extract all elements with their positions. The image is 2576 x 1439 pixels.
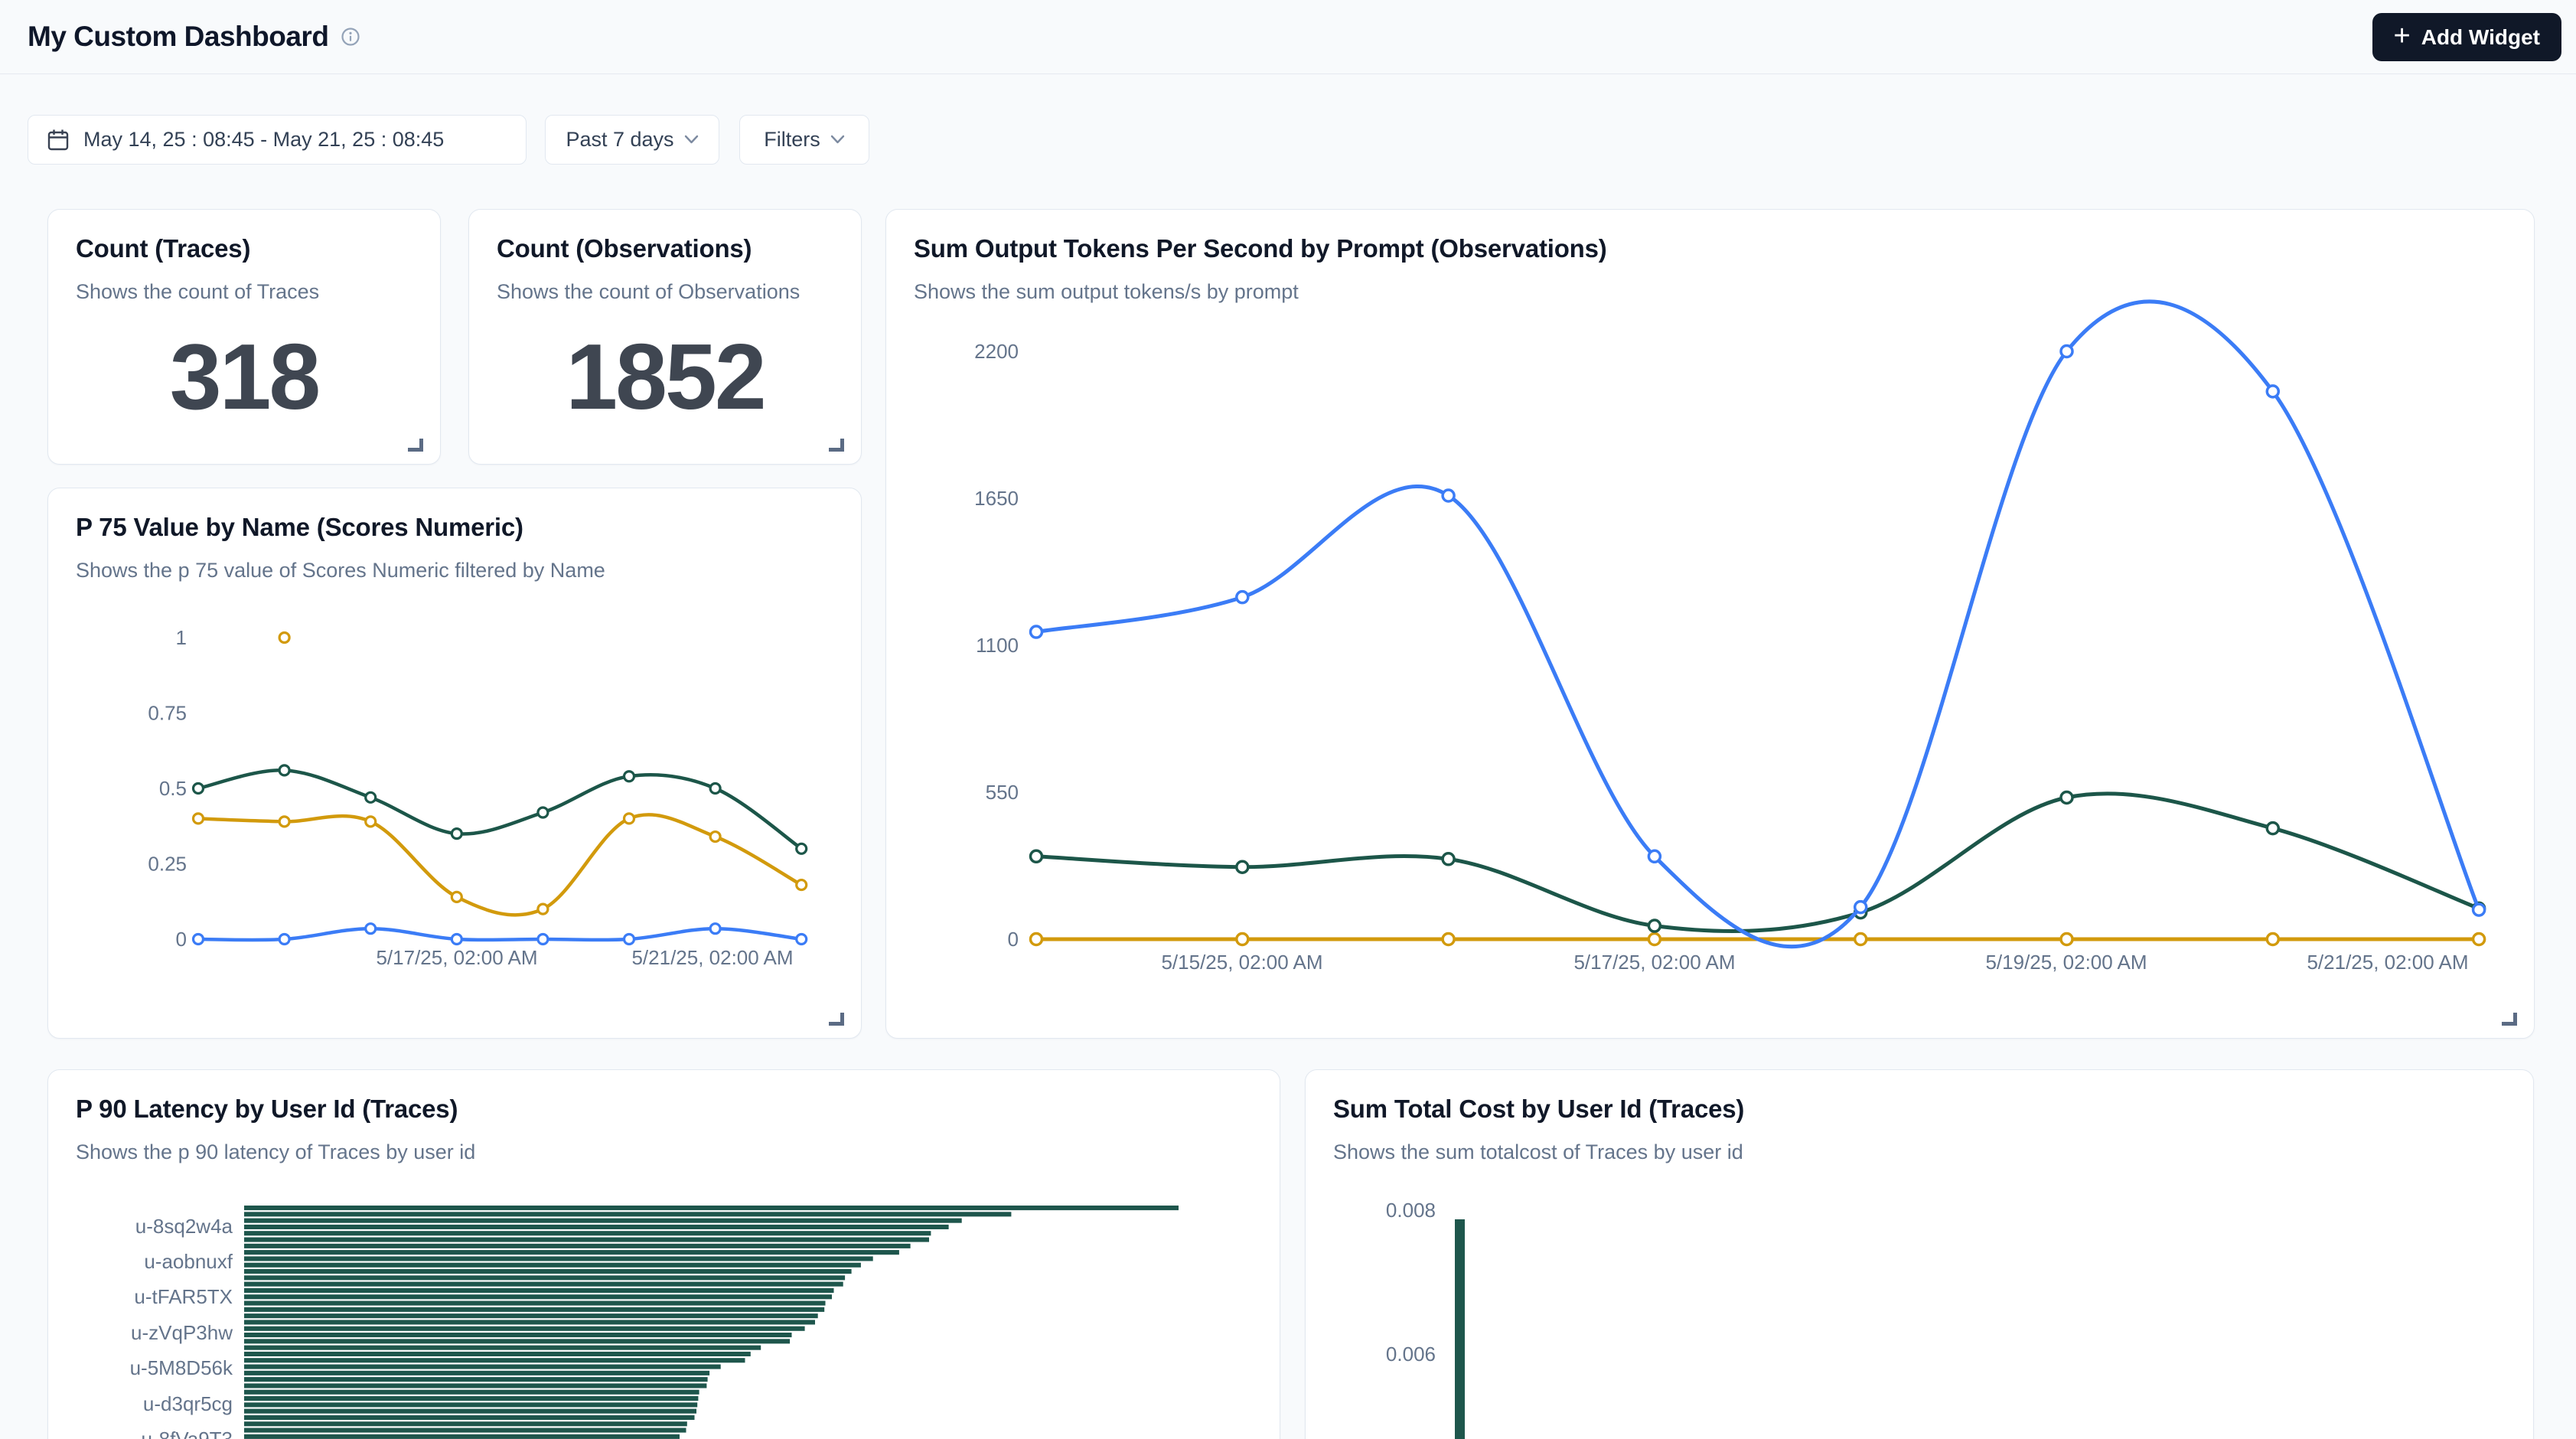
svg-text:u-8sq2w4a: u-8sq2w4a bbox=[135, 1215, 233, 1238]
svg-text:u-zVqP3hw: u-zVqP3hw bbox=[131, 1321, 233, 1344]
svg-text:5/17/25, 02:00 AM: 5/17/25, 02:00 AM bbox=[1573, 951, 1735, 974]
svg-text:0.006: 0.006 bbox=[1386, 1343, 1436, 1366]
page-header: My Custom Dashboard + Add Widget bbox=[0, 0, 2576, 74]
svg-text:u-5M8D56k: u-5M8D56k bbox=[130, 1356, 233, 1379]
svg-text:u-tFAR5TX: u-tFAR5TX bbox=[134, 1285, 233, 1308]
svg-text:0.008: 0.008 bbox=[1386, 1199, 1436, 1222]
add-widget-button[interactable]: + Add Widget bbox=[2372, 13, 2561, 61]
svg-text:1650: 1650 bbox=[974, 487, 1019, 510]
widget-card-p90-latency: u-8sq2w4a u-aobnuxf u-tFAR5TX u-zVqP3hw u-5M… bbox=[47, 1069, 1280, 1439]
cost-bar-chart[interactable]: 0.008 0.006 bbox=[1306, 1070, 2534, 1439]
widget-title: Count (Observations) bbox=[497, 234, 833, 263]
widget-card-count-traces: Count (Traces) Shows the count of Traces… bbox=[47, 209, 441, 465]
chevron-down-icon bbox=[830, 135, 845, 145]
title-wrap: My Custom Dashboard bbox=[0, 21, 360, 53]
svg-text:5/21/25, 02:00 AM: 5/21/25, 02:00 AM bbox=[631, 946, 793, 969]
metric-value: 1852 bbox=[469, 323, 861, 430]
date-range-picker[interactable]: May 14, 25 : 08:45 - May 21, 25 : 08:45 bbox=[28, 115, 527, 165]
add-widget-label: Add Widget bbox=[2421, 25, 2540, 50]
widget-subtitle: Shows the count of Traces bbox=[76, 280, 412, 304]
date-preset-dropdown[interactable]: Past 7 days bbox=[545, 115, 719, 165]
widget-card-count-observations: Count (Observations) Shows the count of … bbox=[468, 209, 862, 465]
date-range-label: May 14, 25 : 08:45 - May 21, 25 : 08:45 bbox=[83, 128, 444, 152]
tokens-line-chart[interactable]: 0 550 1100 1650 2200 5/15/25, 02:00 AM 5/17/25… bbox=[886, 210, 2535, 1039]
svg-text:0.5: 0.5 bbox=[159, 777, 187, 800]
svg-text:5/17/25, 02:00 AM: 5/17/25, 02:00 AM bbox=[376, 946, 537, 969]
resize-handle-icon[interactable] bbox=[408, 439, 423, 452]
svg-text:2200: 2200 bbox=[974, 340, 1019, 363]
calendar-icon bbox=[47, 128, 70, 152]
svg-text:0.75: 0.75 bbox=[148, 702, 187, 725]
filters-label: Filters bbox=[764, 128, 820, 152]
p90-bar-chart[interactable]: u-8sq2w4a u-aobnuxf u-tFAR5TX u-zVqP3hw u-5M… bbox=[48, 1070, 1280, 1439]
svg-text:1100: 1100 bbox=[976, 634, 1019, 657]
svg-text:0: 0 bbox=[176, 928, 187, 951]
info-icon[interactable] bbox=[341, 27, 360, 47]
svg-text:1: 1 bbox=[176, 626, 187, 649]
svg-text:5/15/25, 02:00 AM: 5/15/25, 02:00 AM bbox=[1161, 951, 1322, 974]
resize-handle-icon[interactable] bbox=[2502, 1013, 2517, 1026]
svg-text:u-aobnuxf: u-aobnuxf bbox=[144, 1250, 233, 1273]
svg-text:550: 550 bbox=[986, 781, 1019, 804]
chevron-down-icon bbox=[684, 135, 699, 145]
widget-card-tokens-per-second: 0 550 1100 1650 2200 5/15/25, 02:00 AM 5/17/25… bbox=[885, 209, 2535, 1039]
filters-dropdown[interactable]: Filters bbox=[739, 115, 869, 165]
p75-line-chart[interactable]: 0 0.25 0.5 0.75 1 5/17/25, 02:00 AM 5/21/25, 0… bbox=[48, 488, 862, 1039]
widget-title: Count (Traces) bbox=[76, 234, 412, 263]
resize-handle-icon[interactable] bbox=[829, 1013, 844, 1026]
svg-text:u-8fVa9T3: u-8fVa9T3 bbox=[142, 1428, 233, 1439]
date-preset-label: Past 7 days bbox=[566, 128, 673, 152]
metric-value: 318 bbox=[48, 323, 440, 430]
svg-text:0.25: 0.25 bbox=[148, 853, 187, 876]
svg-text:u-d3qr5cg: u-d3qr5cg bbox=[143, 1392, 233, 1415]
svg-text:5/19/25, 02:00 AM: 5/19/25, 02:00 AM bbox=[1985, 951, 2147, 974]
widget-card-p75-value: 0 0.25 0.5 0.75 1 5/17/25, 02:00 AM 5/21/25, 0… bbox=[47, 488, 862, 1039]
widget-card-sum-total-cost: 0.0080.006 Sum Total Cost by User Id (Tr… bbox=[1305, 1069, 2534, 1439]
svg-text:0: 0 bbox=[1008, 928, 1019, 951]
svg-text:5/21/25, 02:00 AM: 5/21/25, 02:00 AM bbox=[2307, 951, 2468, 974]
widget-subtitle: Shows the count of Observations bbox=[497, 280, 833, 304]
resize-handle-icon[interactable] bbox=[829, 439, 844, 452]
page-title: My Custom Dashboard bbox=[28, 21, 328, 53]
dashboard-page: My Custom Dashboard + Add Widget May 14,… bbox=[0, 0, 2576, 1439]
